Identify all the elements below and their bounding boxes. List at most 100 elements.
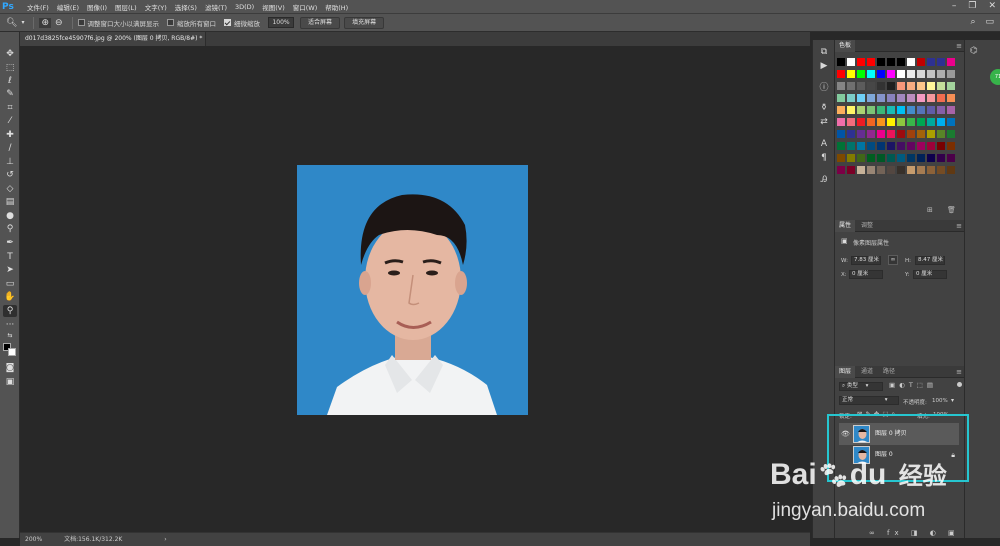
color-swatch[interactable] <box>857 130 865 138</box>
color-swatch[interactable] <box>897 142 905 150</box>
close-icon[interactable]: ✕ <box>988 1 996 11</box>
width-field[interactable]: 7.83 厘米 <box>851 256 881 265</box>
menu-layer[interactable]: 图层(L) <box>111 2 141 12</box>
new-swatch-icon[interactable]: ⊞ <box>927 206 933 214</box>
move-tool-icon[interactable]: ✥ <box>3 48 17 60</box>
path-select-icon[interactable]: ➤ <box>3 264 17 276</box>
clone-source-icon[interactable]: ⇄ <box>817 116 831 128</box>
resize-windows-checkbox[interactable] <box>77 19 85 26</box>
status-zoom[interactable]: 200% <box>25 536 42 543</box>
filter-toggle-icon[interactable] <box>957 382 962 387</box>
paragraph-icon[interactable]: ¶ <box>817 152 831 164</box>
zoom-tool-icon[interactable]: 🔍︎ <box>6 18 17 28</box>
color-swatch[interactable] <box>847 94 855 102</box>
color-swatch[interactable] <box>897 70 905 78</box>
blur-tool-icon[interactable]: ● <box>3 210 17 222</box>
color-swatch[interactable] <box>927 106 935 114</box>
color-swatch[interactable] <box>847 58 855 66</box>
menu-file[interactable]: 文件(F) <box>23 2 53 12</box>
panel-menu-icon[interactable]: ≡ <box>956 366 962 378</box>
notification-badge[interactable]: 71 <box>990 69 1000 85</box>
color-swatch[interactable] <box>867 94 875 102</box>
color-swatch[interactable] <box>857 154 865 162</box>
color-swatch[interactable] <box>887 154 895 162</box>
status-arrow-icon[interactable]: › <box>164 536 166 543</box>
color-swatch[interactable] <box>897 118 905 126</box>
maximize-icon[interactable]: ❐ <box>968 1 976 11</box>
color-swatch[interactable] <box>887 142 895 150</box>
color-swatch[interactable] <box>927 142 935 150</box>
color-swatch[interactable] <box>897 106 905 114</box>
healing-brush-icon[interactable]: ✚ <box>3 129 17 141</box>
color-swatch[interactable] <box>837 58 845 66</box>
color-swatch[interactable] <box>877 70 885 78</box>
color-swatch[interactable] <box>857 106 865 114</box>
brush-presets-icon[interactable]: ⚱ <box>817 102 831 114</box>
color-swatch[interactable] <box>927 154 935 162</box>
color-swatch[interactable] <box>937 94 945 102</box>
menu-3d[interactable]: 3D(D) <box>231 3 258 11</box>
color-swatch[interactable] <box>937 142 945 150</box>
color-swatch[interactable] <box>947 58 955 66</box>
lasso-tool-icon[interactable]: ℓ <box>3 75 17 87</box>
color-swatch[interactable] <box>927 130 935 138</box>
tab-adjustments[interactable]: 调整 <box>857 220 877 232</box>
layer-filter-icons[interactable]: ▣◐T⬚▤ <box>889 381 937 389</box>
fill-screen-button[interactable]: 填充屏幕 <box>344 16 385 29</box>
color-swatch[interactable] <box>867 82 875 90</box>
color-swatch[interactable] <box>917 70 925 78</box>
color-swatch[interactable] <box>847 142 855 150</box>
color-swatch[interactable] <box>877 130 885 138</box>
color-swatch[interactable] <box>917 166 925 174</box>
hand-tool-icon[interactable]: ✋ <box>3 291 17 303</box>
color-swatch[interactable] <box>887 118 895 126</box>
pen-tool-icon[interactable]: ✒ <box>3 237 17 249</box>
color-swatch[interactable] <box>917 58 925 66</box>
color-swatch[interactable] <box>897 82 905 90</box>
type-tool-icon[interactable]: T <box>3 251 17 263</box>
color-swatch[interactable] <box>927 118 935 126</box>
quick-mask-icon[interactable]: ◙ <box>3 362 17 374</box>
stamp-tool-icon[interactable]: ⊥ <box>3 156 17 168</box>
color-swatch[interactable] <box>897 166 905 174</box>
glyphs-icon[interactable]: Ꭿ <box>817 174 831 186</box>
brush-tool-icon[interactable]: ∕ <box>3 142 17 154</box>
color-swatch[interactable] <box>867 166 875 174</box>
color-swatch[interactable] <box>867 58 875 66</box>
color-swatch[interactable] <box>847 130 855 138</box>
color-swatch[interactable] <box>867 154 875 162</box>
menu-view[interactable]: 视图(V) <box>258 2 289 12</box>
document-tab[interactable]: d017d3825fce45907f6.jpg @ 200% (图层 0 拷贝,… <box>20 32 206 46</box>
color-swatch[interactable] <box>947 166 955 174</box>
color-swatch[interactable] <box>947 118 955 126</box>
marquee-tool-icon[interactable]: ⬚ <box>3 62 17 74</box>
color-swatch[interactable] <box>897 130 905 138</box>
color-swatch[interactable] <box>887 70 895 78</box>
color-swatch[interactable] <box>867 118 875 126</box>
history-brush-icon[interactable]: ↺ <box>3 169 17 181</box>
opacity-value[interactable]: 100% <box>932 398 948 404</box>
gradient-tool-icon[interactable]: ▤ <box>3 196 17 208</box>
color-swatch[interactable] <box>907 106 915 114</box>
tab-channels[interactable]: 通道 <box>857 366 877 378</box>
background-color-swatch[interactable] <box>8 348 16 356</box>
color-swatch[interactable] <box>907 58 915 66</box>
color-swatch[interactable] <box>877 166 885 174</box>
portrait-photo[interactable] <box>297 165 528 415</box>
color-swatch[interactable] <box>937 70 945 78</box>
x-field[interactable]: 0 厘米 <box>849 270 883 279</box>
color-swatch[interactable] <box>847 166 855 174</box>
color-swatch[interactable] <box>837 106 845 114</box>
color-swatch[interactable] <box>837 130 845 138</box>
swap-colors-icon[interactable]: ⇆ <box>3 330 17 342</box>
color-swatch[interactable] <box>877 94 885 102</box>
color-swatch[interactable] <box>847 118 855 126</box>
panel-menu-icon[interactable]: ≡ <box>956 40 962 52</box>
zoom-value-field[interactable]: 100% <box>268 17 295 28</box>
color-swatch[interactable] <box>917 154 925 162</box>
color-swatch[interactable] <box>947 70 955 78</box>
color-swatch[interactable] <box>837 142 845 150</box>
height-field[interactable]: 8.47 厘米 <box>915 256 945 265</box>
color-swatch[interactable] <box>837 118 845 126</box>
scrubby-zoom-checkbox[interactable] <box>224 19 232 26</box>
